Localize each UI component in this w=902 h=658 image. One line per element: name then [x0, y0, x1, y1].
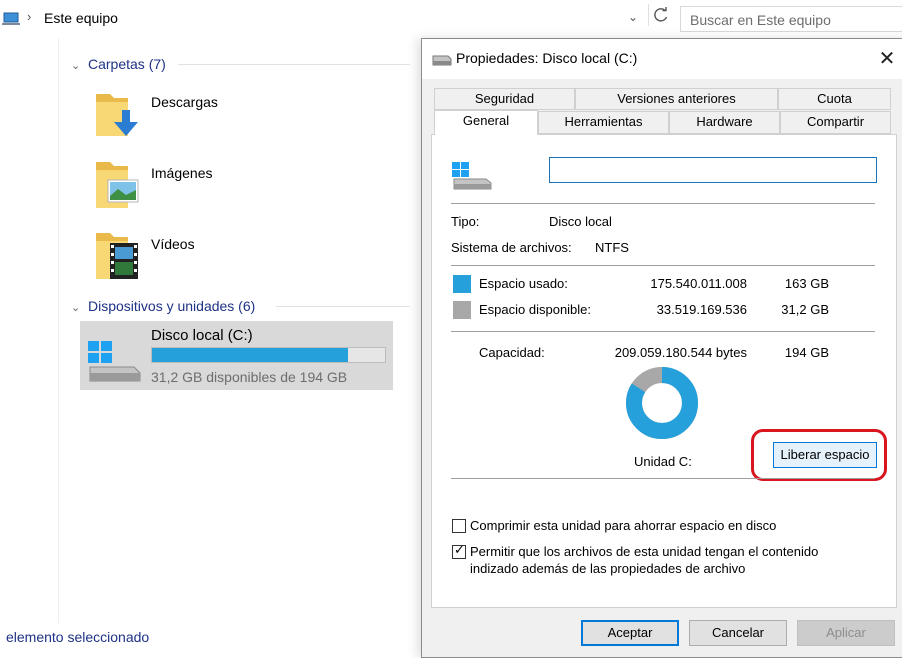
address-text: Este equipo [44, 10, 118, 26]
address-box[interactable]: › Este equipo ⌄ [0, 6, 645, 32]
index-label-line2: indizado además de las propiedades de ar… [470, 561, 746, 576]
ok-button[interactable]: Aceptar [581, 620, 679, 646]
general-tab-panel: Tipo: Disco local Sistema de archivos: N… [431, 134, 897, 608]
tab-hardware[interactable]: Hardware [669, 111, 780, 134]
tab-general[interactable]: General [434, 110, 538, 135]
free-space-swatch [453, 301, 471, 319]
tab-cuota[interactable]: Cuota [778, 88, 891, 110]
drive-name: Disco local (C:) [151, 327, 253, 344]
folders-group-header[interactable]: Carpetas (7) [88, 56, 166, 72]
tab-label: Seguridad [474, 91, 535, 106]
checkmark-icon: ✓ [454, 542, 465, 557]
tab-label: Hardware [696, 114, 753, 129]
separator [451, 203, 875, 204]
folder-label: Vídeos [151, 236, 195, 252]
folder-label: Descargas [151, 94, 218, 110]
tab-label: Compartir [806, 114, 865, 129]
close-button[interactable]: ✕ [874, 46, 900, 71]
used-space-label: Espacio usado: [479, 276, 568, 291]
collapse-folders-chevron-icon[interactable]: ⌄ [71, 59, 80, 72]
tab-seguridad[interactable]: Seguridad [434, 88, 575, 110]
pictures-folder-icon [94, 158, 142, 213]
tab-label: Herramientas [564, 114, 643, 129]
properties-dialog: Propiedades: Disco local (C:) ✕ Segurida… [421, 38, 902, 658]
filesystem-label: Sistema de archivos: [451, 240, 572, 255]
capacity-gb: 194 GB [784, 345, 829, 360]
tab-label: Versiones anteriores [617, 91, 736, 106]
type-value: Disco local [549, 214, 612, 229]
chevron-down-icon[interactable]: ⌄ [628, 10, 638, 24]
refresh-button[interactable] [648, 4, 669, 26]
tab-herramientas[interactable]: Herramientas [538, 111, 669, 134]
drive-usage-bar [151, 347, 386, 363]
free-space-gb: 31,2 GB [781, 302, 829, 317]
windows-drive-icon [451, 161, 493, 194]
used-space-gb: 163 GB [784, 276, 829, 291]
downloads-folder-icon [94, 88, 142, 141]
breadcrumb-chevron-icon: › [27, 9, 32, 24]
used-space-swatch [453, 275, 471, 293]
tab-label: Cuota [817, 91, 852, 106]
free-space-label: Espacio disponible: [479, 302, 592, 317]
separator [451, 478, 875, 479]
index-label-line1: Permitir que los archivos de esta unidad… [470, 544, 819, 559]
folders-group-divider [178, 64, 410, 65]
address-bar: › Este equipo ⌄ Buscar en Este equipo [0, 0, 902, 38]
this-pc-icon [2, 12, 20, 29]
devices-group-divider [276, 306, 410, 307]
capacity-label: Capacidad: [479, 345, 545, 360]
annotation-highlight-circle [751, 429, 887, 481]
search-input[interactable]: Buscar en Este equipo [680, 6, 902, 32]
search-placeholder: Buscar en Este equipo [690, 12, 831, 28]
folder-label: Imágenes [151, 165, 213, 181]
tab-compartir[interactable]: Compartir [780, 111, 891, 134]
type-label: Tipo: [451, 214, 480, 229]
compress-checkbox[interactable] [452, 519, 466, 533]
drive-small-icon [432, 52, 452, 69]
volume-name-input[interactable] [549, 157, 877, 183]
compress-label: Comprimir esta unidad para ahorrar espac… [470, 518, 777, 533]
disk-usage-donut [626, 367, 698, 439]
windows-drive-icon [86, 339, 142, 386]
devices-group-header[interactable]: Dispositivos y unidades (6) [88, 298, 255, 314]
tab-label: General [462, 113, 510, 128]
dialog-title: Propiedades: Disco local (C:) [456, 50, 638, 66]
apply-button[interactable]: Aplicar [797, 620, 895, 646]
cancel-button[interactable]: Cancelar [689, 620, 787, 646]
used-space-bytes: 175.540.011.008 [650, 276, 747, 291]
index-checkbox[interactable]: ✓ [452, 542, 466, 559]
status-bar-text: elemento seleccionado [6, 629, 150, 645]
capacity-bytes: 209.059.180.544 bytes [614, 345, 747, 360]
drive-unit-label: Unidad C: [634, 454, 692, 469]
free-space-bytes: 33.519.169.536 [656, 302, 747, 317]
separator [451, 265, 875, 266]
drive-tile-c[interactable]: Disco local (C:) 31,2 GB disponibles de … [80, 321, 393, 390]
drive-free-space: 31,2 GB disponibles de 194 GB [151, 369, 348, 385]
nav-pane-divider [58, 38, 59, 623]
filesystem-value: NTFS [595, 240, 629, 255]
drive-usage-fill [152, 348, 348, 362]
separator [451, 331, 875, 332]
dialog-titlebar[interactable]: Propiedades: Disco local (C:) ✕ [422, 39, 902, 79]
videos-folder-icon [94, 229, 142, 284]
collapse-devices-chevron-icon[interactable]: ⌄ [71, 301, 80, 314]
tab-versiones-anteriores[interactable]: Versiones anteriores [575, 88, 778, 110]
